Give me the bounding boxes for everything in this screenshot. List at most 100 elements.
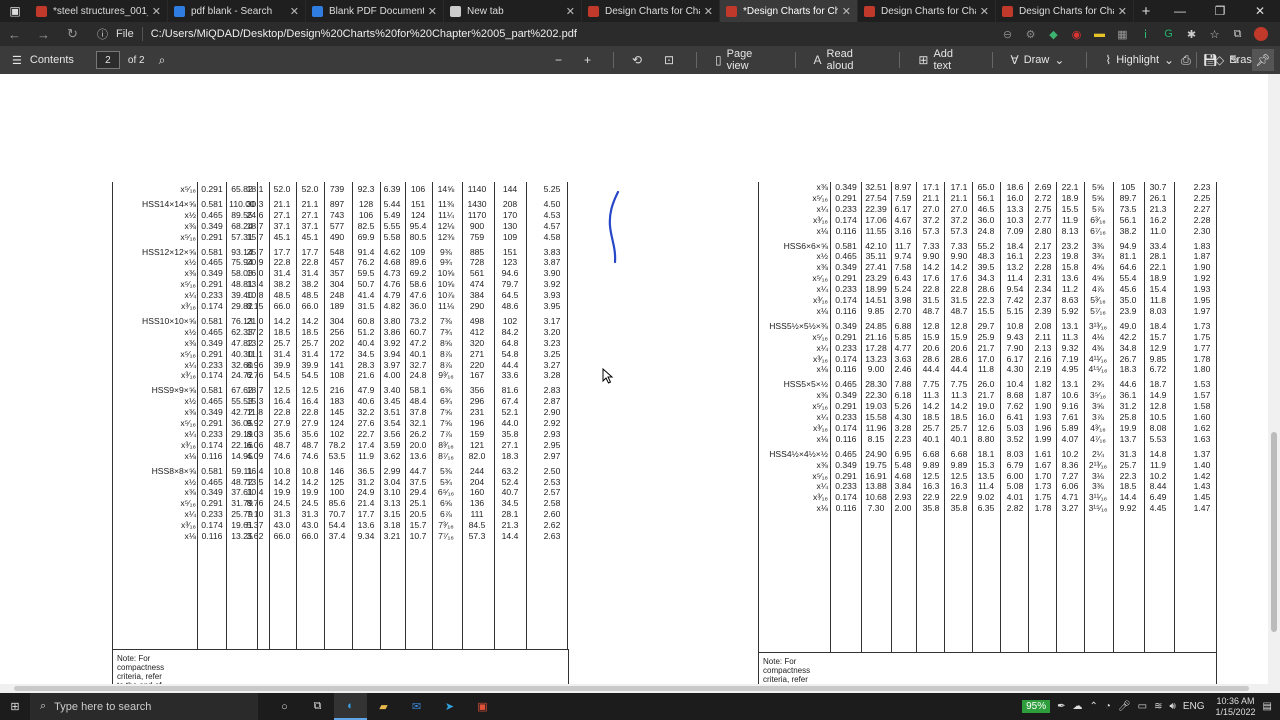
pdf-document-area[interactable]: x⁵⁄₁₆ 0.291 65.82 18.1 52.0 52.0 739 92.3 6.39 10… bbox=[0, 74, 1268, 684]
pen-icon[interactable]: ✒ bbox=[1057, 701, 1065, 712]
back-icon[interactable]: ← bbox=[0, 27, 29, 42]
close-tab-icon[interactable]: ✕ bbox=[1118, 5, 1127, 18]
table-cell: 18.9 bbox=[1149, 273, 1167, 284]
fit-page-button[interactable]: ⊡ bbox=[664, 53, 674, 67]
battery-indicator[interactable]: 95% bbox=[1022, 700, 1051, 713]
print-icon[interactable]: ⎙ bbox=[1181, 53, 1191, 68]
minimize-icon[interactable]: — bbox=[1160, 0, 1200, 22]
table-cell: 11.3 bbox=[1061, 331, 1079, 342]
extensions-icon[interactable]: ✱ bbox=[1180, 26, 1203, 42]
read-aloud-button[interactable]: A Read aloud bbox=[814, 48, 878, 72]
table-cell: 216 bbox=[329, 385, 345, 396]
chevron-down-icon[interactable]: ⌄ bbox=[1054, 53, 1064, 67]
table-cell: 1.78 bbox=[1034, 503, 1052, 514]
close-tab-icon[interactable]: ✕ bbox=[704, 5, 713, 18]
horizontal-scrollbar[interactable] bbox=[0, 684, 1280, 693]
cortana-icon[interactable]: ○ bbox=[268, 693, 301, 720]
browser-tab[interactable]: New tab ✕ bbox=[444, 0, 582, 22]
page-view-button[interactable]: ▯ Page view bbox=[715, 48, 773, 72]
table-cell: 18.9 bbox=[1061, 192, 1079, 203]
new-tab-button[interactable]: + bbox=[1134, 0, 1158, 22]
browser-tab[interactable]: Design Charts for Chapter ✕ bbox=[996, 0, 1134, 22]
close-tab-icon[interactable]: ✕ bbox=[566, 5, 575, 18]
app-red-icon[interactable]: ▣ bbox=[466, 693, 499, 720]
extension-gray-icon[interactable]: ▦ bbox=[1111, 26, 1134, 42]
table-cell: 63.2 bbox=[501, 465, 519, 476]
scroll-thumb[interactable] bbox=[1271, 432, 1277, 632]
table-cell: 15.7 bbox=[409, 520, 427, 531]
onedrive-icon[interactable]: ☁ bbox=[1073, 701, 1083, 712]
tracking-icon[interactable]: ⚙ bbox=[1019, 26, 1042, 42]
extension-red-icon[interactable]: ◉ bbox=[1065, 26, 1088, 42]
chevron-down-icon[interactable]: ⌄ bbox=[1164, 53, 1174, 67]
save-icon[interactable]: 💾︎ bbox=[1203, 53, 1218, 67]
taskbar-search[interactable]: ⌕ Type here to search bbox=[30, 693, 258, 720]
url-field[interactable]: ⓘ File C:/Users/MiQDAD/Desktop/Design%20… bbox=[97, 26, 996, 42]
scroll-thumb[interactable] bbox=[14, 686, 1249, 691]
telegram-icon[interactable]: ➤ bbox=[433, 693, 466, 720]
table-row: x³⁄₁₆ 0.174 29.82 8.15 66.0 66.0 189 31.5 4.82 36… bbox=[112, 301, 572, 312]
browser-tab[interactable]: Blank PDF Document ✕ bbox=[306, 0, 444, 22]
zoom-out-button[interactable]: − bbox=[555, 53, 562, 67]
browser-tab[interactable]: pdf blank - Search ✕ bbox=[168, 0, 306, 22]
network-icon[interactable]: ◔ bbox=[1105, 701, 1111, 712]
table-cell: 4.50 bbox=[543, 198, 561, 209]
volume-icon[interactable]: 🔊︎ bbox=[1170, 701, 1176, 712]
table-cell: 1.61 bbox=[1034, 448, 1052, 459]
extension-teal-icon[interactable]: ⅰ bbox=[1134, 26, 1157, 42]
close-window-icon[interactable]: ✕ bbox=[1240, 0, 1280, 22]
table-cell: 2.37 bbox=[1034, 295, 1052, 305]
table-cell: 25.8 bbox=[1119, 412, 1137, 422]
wifi-icon[interactable]: ≋ bbox=[1154, 701, 1162, 712]
draw-button[interactable]: ∀ Draw ⌄ bbox=[1010, 53, 1064, 67]
page-number-input[interactable]: 2 bbox=[95, 51, 120, 69]
grammarly-icon[interactable]: G bbox=[1157, 26, 1180, 42]
profile-avatar[interactable] bbox=[1249, 26, 1272, 42]
zoom-icon[interactable]: ⊖ bbox=[996, 26, 1019, 42]
browser-tab[interactable]: *steel structures_001_5245 ✕ bbox=[30, 0, 168, 22]
search-icon[interactable]: ⌕ bbox=[159, 53, 166, 68]
browser-tab[interactable]: Design Charts for Chapter ✕ bbox=[582, 0, 720, 22]
restore-icon[interactable]: ❐ bbox=[1200, 0, 1240, 22]
tab-actions-menu-icon[interactable]: ▣ bbox=[0, 0, 30, 22]
task-view-icon[interactable]: ⧉ bbox=[301, 693, 334, 720]
highlight-button[interactable]: ⌇ Highlight ⌄ bbox=[1105, 53, 1174, 67]
close-tab-icon[interactable]: ✕ bbox=[152, 5, 161, 18]
favorites-icon[interactable]: ☆ bbox=[1203, 26, 1226, 42]
close-tab-icon[interactable]: ✕ bbox=[980, 5, 989, 18]
microphone-icon[interactable]: 🎤︎ bbox=[1118, 701, 1131, 712]
edge-icon[interactable]: ◐ bbox=[334, 693, 367, 720]
table-cell: 0.291 bbox=[835, 273, 857, 284]
contents-button[interactable]: ☰ Contents bbox=[12, 54, 74, 67]
collections-icon[interactable]: ⧉ bbox=[1226, 26, 1249, 42]
table-cell: 136 bbox=[469, 498, 485, 509]
zoom-in-button[interactable]: + bbox=[584, 53, 591, 67]
windows-start-icon[interactable]: ⊞ bbox=[0, 700, 30, 713]
save-as-icon[interactable]: ✎ bbox=[1230, 53, 1240, 67]
table-cell: 2.19 bbox=[1034, 364, 1052, 375]
add-text-button[interactable]: ⊞ Add text bbox=[918, 48, 969, 72]
file-explorer-icon[interactable]: ▰ bbox=[367, 693, 400, 720]
battery-icon[interactable]: ▭ bbox=[1138, 701, 1147, 712]
table-cell: 8.36 bbox=[1061, 459, 1079, 470]
pin-toolbar-icon[interactable]: 📌︎ bbox=[1252, 49, 1274, 71]
forward-icon[interactable]: → bbox=[29, 27, 58, 42]
close-tab-icon[interactable]: ✕ bbox=[842, 5, 851, 18]
extension-yellow-icon[interactable]: ▬ bbox=[1088, 26, 1111, 42]
table-cell: 48.5 bbox=[273, 290, 291, 301]
browser-tab[interactable]: Design Charts for Chapter ✕ bbox=[858, 0, 996, 22]
browser-tab[interactable]: *Design Charts for Chapter ✕ bbox=[720, 0, 858, 22]
language-indicator[interactable]: ENG bbox=[1183, 701, 1205, 712]
close-tab-icon[interactable]: ✕ bbox=[428, 5, 437, 18]
table-cell: 6.88 bbox=[894, 320, 912, 331]
rotate-button[interactable]: ⟲ bbox=[632, 53, 642, 67]
vertical-scrollbar[interactable] bbox=[1268, 74, 1280, 684]
mail-icon[interactable]: ✉ bbox=[400, 693, 433, 720]
notifications-icon[interactable]: ▤ bbox=[1263, 701, 1272, 712]
extension-green-icon[interactable]: ◆ bbox=[1042, 26, 1065, 42]
clock[interactable]: 10:36 AM 1/15/2022 bbox=[1216, 696, 1256, 718]
chevron-up-icon[interactable]: ⌃ bbox=[1090, 701, 1098, 712]
refresh-icon[interactable]: ↻ bbox=[58, 26, 87, 42]
table-cell: 84.2 bbox=[501, 326, 519, 337]
close-tab-icon[interactable]: ✕ bbox=[290, 5, 299, 18]
